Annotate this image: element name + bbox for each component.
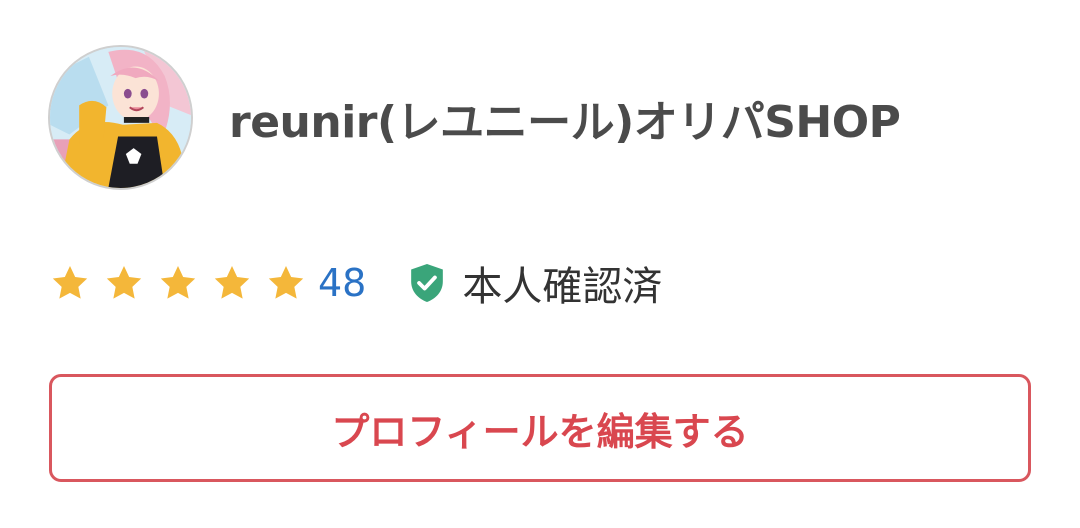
edit-profile-button[interactable]: プロフィールを編集する	[49, 374, 1031, 482]
avatar-image	[50, 47, 191, 188]
shop-name: reunir(レユニール)オリパSHOP	[229, 96, 901, 148]
review-count-link[interactable]: 48	[318, 261, 366, 305]
shield-check-icon	[408, 262, 446, 304]
identity-verified-badge: 本人確認済	[408, 254, 662, 312]
avatar[interactable]	[48, 45, 193, 190]
star-icon	[212, 263, 252, 303]
star-icon	[50, 263, 90, 303]
star-rating	[50, 263, 320, 303]
profile-header: reunir(レユニール)オリパSHOP	[48, 45, 901, 190]
seller-profile-card: reunir(レユニール)オリパSHOP 48 本人確認済 プロフィールを編集す…	[0, 0, 1080, 528]
rating-row: 48 本人確認済	[50, 255, 662, 311]
star-icon	[104, 263, 144, 303]
star-icon	[266, 263, 306, 303]
star-icon	[158, 263, 198, 303]
edit-profile-label: プロフィールを編集する	[331, 409, 749, 454]
verified-label: 本人確認済	[462, 264, 663, 310]
